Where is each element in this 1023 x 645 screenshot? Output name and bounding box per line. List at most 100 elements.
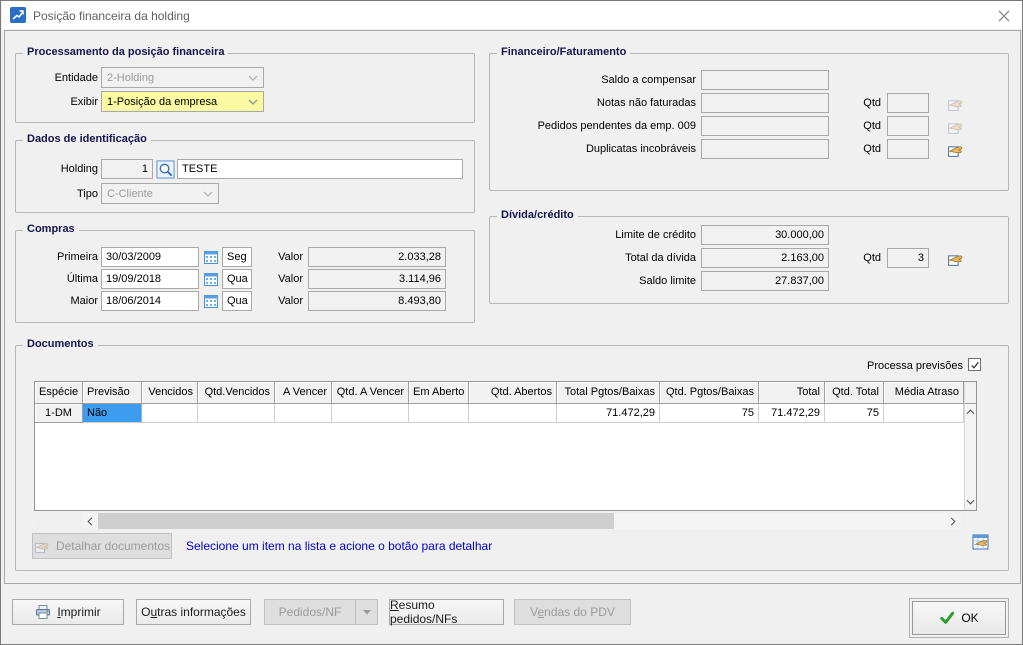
- cell-media-atraso[interactable]: [884, 404, 964, 423]
- detalhar-documentos-button: Detalhar documentos: [32, 533, 172, 559]
- hand-page-icon: [947, 118, 964, 135]
- tipo-value: C-Cliente: [107, 188, 153, 200]
- documents-table: Espécie Previsão Vencidos Qtd.Vencidos A…: [34, 381, 977, 511]
- group-financeiro-title: Financeiro/Faturamento: [497, 46, 630, 59]
- export-grid-button[interactable]: [971, 532, 991, 552]
- qtd-label: Qtd: [851, 251, 881, 265]
- maior-label: Maior: [11, 294, 98, 308]
- column-header[interactable]: Vencidos: [142, 382, 198, 404]
- column-header[interactable]: Total: [759, 382, 825, 404]
- chevron-down-icon: [248, 99, 258, 105]
- divida-detail-button[interactable]: [945, 248, 965, 268]
- entidade-value: 2-Holding: [107, 72, 154, 84]
- cell-qtd-a-vencer[interactable]: [332, 404, 409, 423]
- vertical-scrollbar[interactable]: [964, 382, 976, 510]
- exibir-value: 1-Posição da empresa: [107, 96, 217, 108]
- holding-name-field[interactable]: TESTE: [177, 159, 463, 179]
- holding-search-button[interactable]: [155, 159, 175, 179]
- processa-previsoes-label: Processa previsões: [701, 359, 963, 373]
- close-icon[interactable]: [995, 8, 1013, 23]
- total-divida-label: Total da dívida: [496, 251, 696, 265]
- notas-nao-faturadas-field: [701, 93, 829, 113]
- duplicatas-field: [701, 139, 829, 159]
- title-bar: Posição financeira da holding: [2, 1, 1023, 29]
- chevron-down-icon: [248, 75, 258, 81]
- column-header[interactable]: Total Pgtos/Baixas: [557, 382, 660, 404]
- scroll-right-icon[interactable]: [945, 513, 961, 529]
- qtd-label: Qtd: [851, 142, 881, 156]
- chevron-down-icon: [203, 191, 213, 197]
- valor-label: Valor: [241, 294, 303, 308]
- column-header[interactable]: Previsão: [83, 382, 142, 404]
- saldo-limite-label: Saldo limite: [496, 274, 696, 288]
- calendar-icon[interactable]: [202, 292, 220, 310]
- column-header[interactable]: A Vencer: [275, 382, 332, 404]
- processa-previsoes-checkbox[interactable]: [968, 358, 981, 371]
- table-empty-area: [35, 423, 964, 510]
- column-header[interactable]: Espécie: [35, 382, 83, 404]
- resumo-pedidos-button[interactable]: Resumo pedidos/NFs: [389, 599, 504, 625]
- primeira-label: Primeira: [11, 250, 98, 264]
- horizontal-scroll-track[interactable]: [614, 513, 945, 529]
- scroll-up-icon[interactable]: [965, 404, 976, 420]
- group-processamento-title: Processamento da posição financeira: [23, 46, 228, 59]
- outras-informacoes-button[interactable]: Outras informações: [136, 599, 251, 625]
- exibir-select[interactable]: 1-Posição da empresa: [101, 91, 264, 112]
- primeira-date-field[interactable]: 30/03/2009: [101, 247, 199, 267]
- exibir-label: Exibir: [11, 95, 98, 109]
- group-processamento: [15, 53, 475, 123]
- saldo-limite-field: 27.837,00: [701, 271, 829, 291]
- ok-panel: OK: [909, 598, 1009, 638]
- group-dados-title: Dados de identificação: [23, 133, 151, 146]
- cell-vencidos[interactable]: [142, 404, 198, 423]
- hand-page-icon: [947, 95, 964, 112]
- horizontal-scrollbar[interactable]: [34, 513, 977, 529]
- cell-total-pgtos[interactable]: 71.472,29: [557, 404, 660, 423]
- table-row[interactable]: 1-DM Não 71.472,29 75 71.472,29 75: [35, 404, 964, 423]
- notas-nao-faturadas-label: Notas não faturadas: [496, 96, 696, 110]
- cell-a-vencer[interactable]: [275, 404, 332, 423]
- cell-em-aberto[interactable]: [409, 404, 469, 423]
- cell-especie[interactable]: 1-DM: [35, 404, 83, 423]
- scroll-left-icon[interactable]: [82, 513, 98, 529]
- cell-qtd-total[interactable]: 75: [825, 404, 884, 423]
- imprimir-button[interactable]: Imprimir: [12, 599, 124, 625]
- entidade-label: Entidade: [11, 71, 98, 85]
- holding-code-field[interactable]: 1: [101, 159, 153, 179]
- column-header[interactable]: Qtd. Total: [825, 382, 884, 404]
- cell-qtd-vencidos[interactable]: [198, 404, 275, 423]
- printer-icon: [35, 604, 51, 620]
- group-documentos-title: Documentos: [23, 338, 98, 351]
- qtd-label: Qtd: [851, 96, 881, 110]
- column-header[interactable]: Qtd. A Vencer: [332, 382, 409, 404]
- column-header[interactable]: Qtd. Abertos: [469, 382, 557, 404]
- maior-date-field[interactable]: 18/06/2014: [101, 291, 199, 311]
- pedidos-detail-button: [945, 116, 965, 136]
- cell-previsao-selected[interactable]: Não: [83, 404, 142, 423]
- duplicatas-detail-button[interactable]: [945, 139, 965, 159]
- column-header[interactable]: Qtd.Vencidos: [198, 382, 275, 404]
- column-header[interactable]: Média Atraso: [884, 382, 964, 404]
- check-icon: [970, 360, 980, 370]
- notas-detail-button: [945, 93, 965, 113]
- column-header[interactable]: Qtd. Pgtos/Baixas: [660, 382, 759, 404]
- detalhar-documentos-label: Detalhar documentos: [56, 539, 170, 553]
- column-header[interactable]: Em Aberto: [409, 382, 469, 404]
- entidade-select: 2-Holding: [101, 67, 264, 88]
- ultima-date-field[interactable]: 19/09/2018: [101, 269, 199, 289]
- duplicatas-qtd-field: [887, 139, 929, 159]
- calendar-icon[interactable]: [202, 248, 220, 266]
- window-title: Posição financeira da holding: [33, 9, 190, 23]
- table-header-row: Espécie Previsão Vencidos Qtd.Vencidos A…: [35, 382, 964, 404]
- horizontal-scroll-thumb[interactable]: [98, 513, 614, 529]
- cell-qtd-pgtos[interactable]: 75: [660, 404, 759, 423]
- cell-total[interactable]: 71.472,29: [759, 404, 825, 423]
- hand-page-icon: [947, 250, 964, 267]
- vertical-scroll-track[interactable]: [965, 420, 976, 494]
- scroll-down-icon[interactable]: [965, 494, 976, 510]
- calendar-icon[interactable]: [202, 270, 220, 288]
- divida-qtd-field: 3: [887, 248, 929, 268]
- group-divida-title: Dívida/crédito: [497, 209, 578, 222]
- cell-qtd-abertos[interactable]: [469, 404, 557, 423]
- ok-button[interactable]: OK: [912, 601, 1006, 635]
